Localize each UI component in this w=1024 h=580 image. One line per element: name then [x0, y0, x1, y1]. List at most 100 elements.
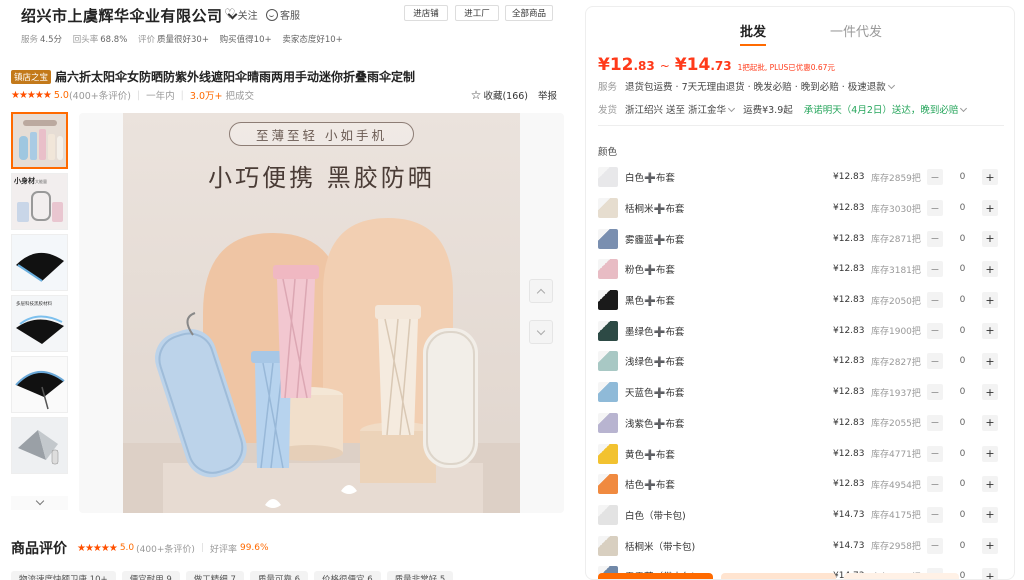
quantity-value[interactable]: 0 [943, 356, 982, 366]
increase-button[interactable]: + [982, 169, 998, 186]
sku-thumbnail[interactable] [598, 198, 618, 219]
review-tag[interactable]: 物流速度快额卫康 10+ [11, 571, 116, 580]
increase-button[interactable]: + [982, 292, 998, 309]
quantity-stepper: −0+ [927, 292, 998, 309]
decrease-button[interactable]: − [927, 261, 943, 278]
thumbnail-1[interactable] [11, 112, 68, 169]
increase-button[interactable]: + [982, 322, 998, 339]
main-product-image[interactable]: 至薄至轻 小如手机 小巧便携 黑胶防晒 [123, 113, 520, 513]
add-to-cart-button[interactable] [721, 573, 836, 579]
sku-thumbnail[interactable] [598, 167, 618, 188]
quantity-value[interactable]: 0 [943, 387, 982, 397]
decrease-button[interactable]: − [927, 169, 943, 186]
thumbnail-scroll-down[interactable] [11, 496, 68, 510]
review-tag[interactable]: 便宜耐用 9 [121, 571, 180, 580]
chevron-down-icon[interactable] [960, 104, 968, 113]
increase-button[interactable]: + [982, 230, 998, 247]
all-products-button[interactable]: 全部商品 [505, 5, 553, 21]
service-label: 服务 [598, 82, 618, 93]
thumbnail-4[interactable]: 多层科技黑胶材料 [11, 295, 68, 352]
quantity-value[interactable]: 0 [943, 203, 982, 213]
quantity-value[interactable]: 0 [943, 172, 982, 182]
quantity-value[interactable]: 0 [943, 295, 982, 305]
delivery-promise[interactable]: 承诺明天（4月2日）送达，晚到必赔 [804, 105, 959, 116]
quantity-value[interactable]: 0 [943, 326, 982, 336]
sku-thumbnail[interactable] [598, 504, 618, 525]
review-tag[interactable]: 质量非常好 5 [386, 571, 454, 580]
sku-price: ¥12.83 [833, 479, 865, 490]
store-metrics: 服务 4.5分 回头率 68.8% 评价 质量很好30+ 购买值得10+ 卖家态度好1… [21, 33, 351, 45]
increase-button[interactable]: + [982, 445, 998, 462]
buy-now-button[interactable] [598, 573, 713, 579]
sku-thumbnail[interactable] [598, 412, 618, 433]
sku-thumbnail[interactable] [598, 535, 618, 556]
store-name[interactable]: 绍兴市上虞辉华伞业有限公司 [21, 5, 240, 26]
thumbnail-2[interactable]: 小身材 大能量 [11, 173, 68, 230]
sku-thumbnail[interactable] [598, 443, 618, 464]
decrease-button[interactable]: − [927, 537, 943, 554]
chevron-down-icon[interactable] [728, 104, 736, 113]
increase-button[interactable]: + [982, 568, 998, 579]
thumbnail-3[interactable] [11, 234, 68, 291]
favorite-button[interactable]: ☆ 收藏(166) [471, 88, 528, 102]
increase-button[interactable]: + [982, 414, 998, 431]
sample-button[interactable] [844, 573, 959, 579]
sku-thumbnail[interactable] [598, 474, 618, 495]
sku-row: 栝桐米➕布套 ¥12.83 库存3030把 −0 + [598, 193, 1008, 224]
decrease-button[interactable]: − [927, 200, 943, 217]
svg-text:小身材: 小身材 [13, 176, 35, 185]
report-link[interactable]: 举报 [538, 88, 557, 102]
sku-stock: 库存2958把 [871, 542, 921, 553]
increase-button[interactable]: + [982, 506, 998, 523]
decrease-button[interactable]: − [927, 353, 943, 370]
metric-value[interactable]: 质量很好30+ [157, 35, 209, 45]
sku-row: 白色➕布套 ¥12.83 库存2859把 −0 + [598, 162, 1008, 193]
sku-thumbnail[interactable] [598, 259, 618, 280]
image-next-button[interactable] [529, 320, 553, 344]
quantity-value[interactable]: 0 [943, 234, 982, 244]
quantity-value[interactable]: 0 [943, 418, 982, 428]
increase-button[interactable]: + [982, 200, 998, 217]
sku-thumbnail[interactable] [598, 351, 618, 372]
increase-button[interactable]: + [982, 353, 998, 370]
metric-value[interactable]: 卖家态度好10+ [282, 35, 342, 45]
decrease-button[interactable]: − [927, 414, 943, 431]
increase-button[interactable]: + [982, 261, 998, 278]
quantity-value[interactable]: 0 [943, 264, 982, 274]
review-count[interactable]: (400+条评价) [69, 88, 131, 102]
tab-dropship[interactable]: 一件代发 [830, 21, 882, 40]
decrease-button[interactable]: − [927, 506, 943, 523]
decrease-button[interactable]: − [927, 476, 943, 493]
review-tag[interactable]: 做工精细 7 [185, 571, 244, 580]
sku-thumbnail[interactable] [598, 320, 618, 341]
enter-factory-button[interactable]: 进工厂 [455, 5, 499, 21]
quantity-value[interactable]: 0 [943, 510, 982, 520]
tab-wholesale[interactable]: 批发 [740, 21, 767, 46]
enter-store-button[interactable]: 进店铺 [404, 5, 448, 21]
increase-button[interactable]: + [982, 384, 998, 401]
quantity-value[interactable]: 0 [943, 541, 982, 551]
customer-service-button[interactable]: 客服 [266, 7, 300, 22]
decrease-button[interactable]: − [927, 445, 943, 462]
review-tag[interactable]: 价格很便宜 6 [314, 571, 381, 580]
thumbnail-6[interactable] [11, 417, 68, 474]
sku-thumbnail[interactable] [598, 382, 618, 403]
increase-button[interactable]: + [982, 537, 998, 554]
increase-button[interactable]: + [982, 476, 998, 493]
quantity-value[interactable]: 0 [943, 449, 982, 459]
quantity-value[interactable]: 0 [943, 479, 982, 489]
metric-value[interactable]: 购买值得10+ [220, 35, 272, 45]
store-name-text[interactable]: 绍兴市上虞辉华伞业有限公司 [21, 7, 223, 25]
shipping-route[interactable]: 浙江绍兴 送至 浙江金华 [625, 105, 726, 116]
decrease-button[interactable]: − [927, 322, 943, 339]
sku-thumbnail[interactable] [598, 228, 618, 249]
decrease-button[interactable]: − [927, 292, 943, 309]
decrease-button[interactable]: − [927, 230, 943, 247]
service-row[interactable]: 服务 退货包运费 · 7天无理由退货 · 晚发必赔 · 晚到必赔 · 极速退款 [598, 79, 898, 93]
review-tag[interactable]: 质量可靠 6 [249, 571, 309, 580]
follow-button[interactable]: ♡ 关注 [224, 7, 258, 22]
sku-thumbnail[interactable] [598, 290, 618, 311]
image-prev-button[interactable] [529, 279, 553, 303]
decrease-button[interactable]: − [927, 384, 943, 401]
thumbnail-5[interactable] [11, 356, 68, 413]
